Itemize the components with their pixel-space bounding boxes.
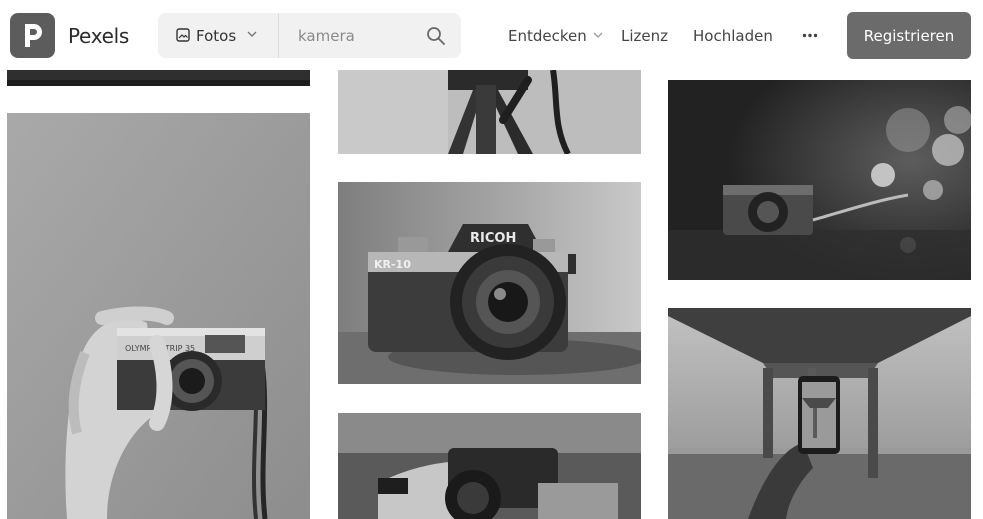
photo-tripod-camera[interactable] — [338, 70, 641, 154]
search-icon — [427, 27, 445, 45]
photo-ricoh-camera[interactable]: RICOH KR-10 — [338, 182, 641, 384]
search-button[interactable] — [424, 24, 448, 48]
image-icon — [176, 28, 190, 42]
photo-person-holding-camera[interactable] — [338, 413, 641, 519]
nav-lizenz[interactable]: Lizenz — [621, 27, 668, 45]
photo-hand-olympus-camera[interactable]: OLYMPUS TRIP 35 — [7, 113, 310, 519]
pexels-logo[interactable] — [10, 13, 55, 58]
photo-phone-under-pier[interactable] — [668, 308, 971, 519]
photo-vintage-camera-lights[interactable] — [668, 80, 971, 280]
search-bar: Fotos — [158, 13, 461, 58]
nav-entdecken[interactable]: Entdecken — [508, 27, 587, 45]
nav-hochladen[interactable]: Hochladen — [693, 27, 773, 45]
more-options-icon[interactable] — [802, 33, 818, 38]
media-type-dropdown[interactable]: Fotos — [158, 13, 279, 58]
camera-model-text: KR-10 — [374, 258, 411, 271]
top-navigation-bar: Pexels Fotos Entdecken — [0, 0, 983, 70]
chevron-down-icon — [247, 31, 257, 37]
search-input[interactable] — [298, 24, 408, 48]
pexels-search-page: Pexels Fotos Entdecken — [0, 0, 983, 519]
brand-name[interactable]: Pexels — [68, 24, 129, 48]
pexels-logo-icon — [25, 24, 42, 47]
register-button[interactable]: Registrieren — [847, 12, 971, 59]
chevron-down-icon[interactable] — [593, 31, 603, 39]
photo-top-strip[interactable] — [7, 70, 310, 86]
camera-brand-text: RICOH — [470, 231, 516, 246]
media-type-label: Fotos — [196, 27, 237, 45]
